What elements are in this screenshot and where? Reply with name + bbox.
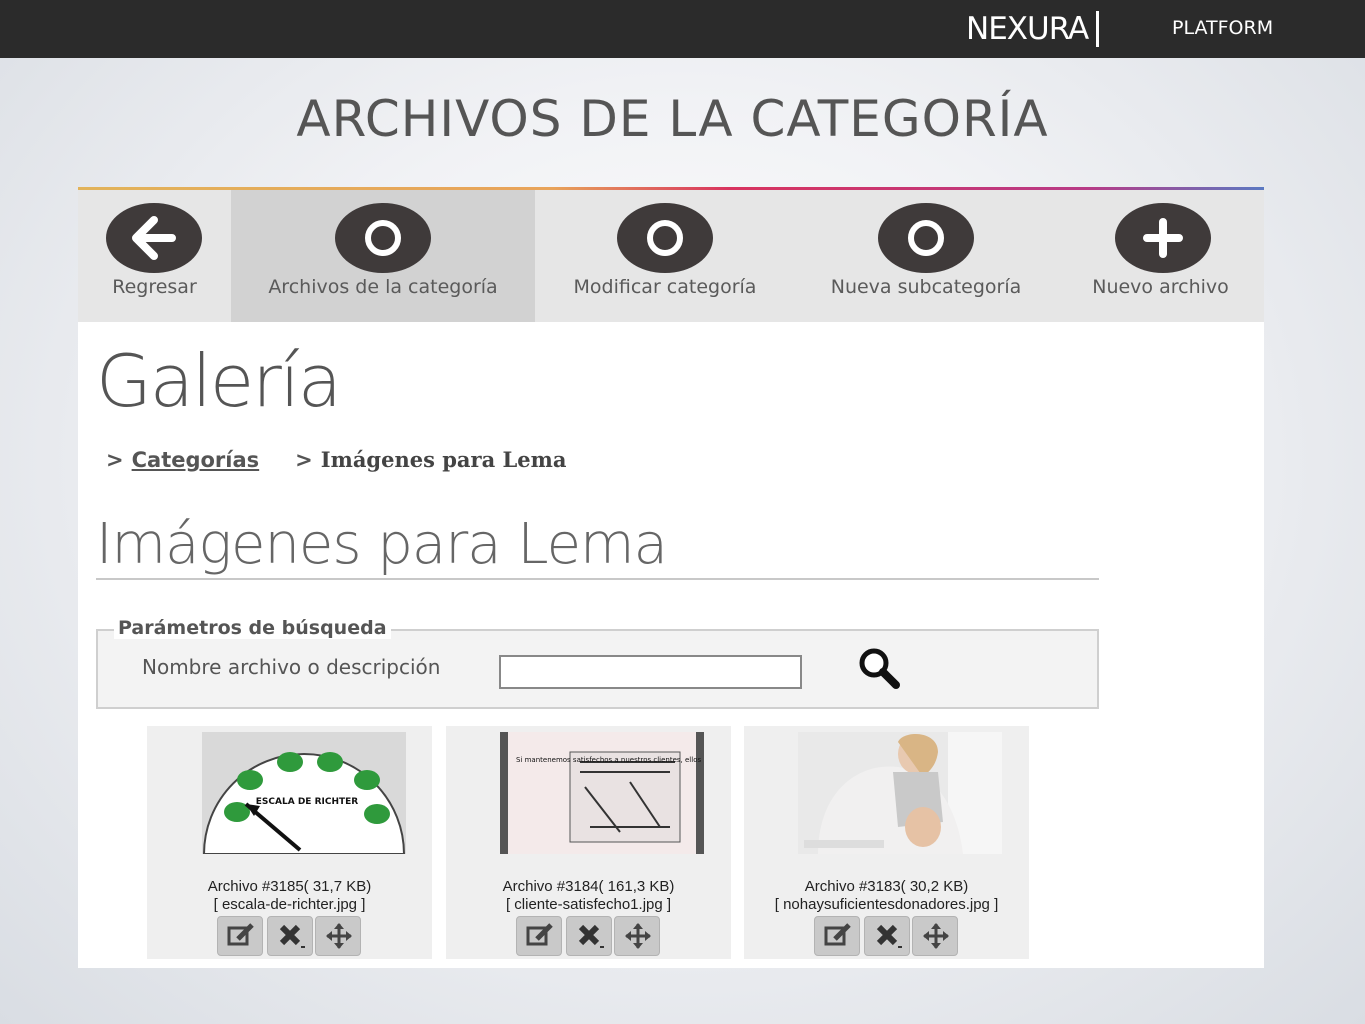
breadcrumb-current: Imágenes para Lema	[320, 447, 567, 472]
new-subcategory-label: Nueva subcategoría	[830, 276, 1022, 298]
file-caption: Archivo #3185( 31,7 KB)	[207, 878, 372, 895]
back-button[interactable]: Regresar	[78, 190, 231, 322]
file-name: [ nohaysuficientesdonadores.jpg ]	[774, 896, 999, 913]
delete-icon	[578, 924, 604, 948]
slide-title: ARCHIVOS DE LA CATEGORÍA	[296, 90, 1049, 148]
edit-button[interactable]	[217, 916, 263, 956]
search-legend: Parámetros de búsqueda	[114, 617, 391, 639]
file-name: [ cliente-satisfecho1.jpg ]	[505, 896, 672, 913]
chevron-right-icon: >	[295, 448, 313, 472]
page-title: Galería	[96, 339, 342, 423]
delete-button[interactable]	[566, 916, 612, 956]
breadcrumb-link-categorias[interactable]: Categorías	[132, 448, 260, 472]
circle-icon	[335, 203, 431, 273]
top-bar: NEXURA PLATFORM	[0, 0, 1365, 58]
modify-category-label: Modificar categoría	[573, 276, 757, 298]
edit-icon	[824, 923, 851, 946]
file-thumbnail[interactable]: ESCALA DE RICHTER	[202, 732, 406, 854]
file-meta: Archivo #3185( 31,7 KB) [ escala-de-rich…	[147, 878, 432, 914]
screenshot-panel: Regresar Archivos de la categoría Modifi…	[78, 187, 1264, 968]
file-meta: Archivo #3184( 161,3 KB) [ cliente-satis…	[446, 878, 731, 914]
file-card: Archivo #3183( 30,2 KB) [ nohaysuficient…	[744, 726, 1029, 959]
plus-icon	[1115, 203, 1211, 273]
edit-icon	[526, 923, 553, 946]
move-button[interactable]	[315, 916, 361, 956]
new-file-label: Nuevo archivo	[1092, 276, 1229, 298]
file-meta: Archivo #3183( 30,2 KB) [ nohaysuficient…	[744, 878, 1029, 914]
search-icon[interactable]	[856, 645, 904, 693]
thumb-text: Si mantenemos satisfechos a nuestros cli…	[516, 756, 704, 764]
edit-button[interactable]	[516, 916, 562, 956]
search-input[interactable]	[499, 655, 802, 689]
delete-icon	[876, 924, 902, 948]
move-icon	[923, 923, 949, 949]
new-file-button[interactable]: Nuevo archivo	[1057, 190, 1264, 322]
file-caption: Archivo #3184( 161,3 KB)	[502, 878, 675, 895]
back-label: Regresar	[112, 276, 197, 298]
brand-divider	[1096, 11, 1099, 47]
file-thumbnail[interactable]	[798, 732, 1002, 854]
file-thumbnail[interactable]: Si mantenemos satisfechos a nuestros cli…	[500, 732, 704, 854]
file-card: ESCALA DE RICHTER Archivo #3185( 31,7 KB…	[147, 726, 432, 959]
new-subcategory-button[interactable]: Nueva subcategoría	[795, 190, 1057, 322]
tab-archivos-categoria[interactable]: Archivos de la categoría	[231, 190, 535, 322]
breadcrumb: > Categorías > Imágenes para Lema	[106, 447, 566, 472]
edit-icon	[227, 923, 254, 946]
move-icon	[625, 923, 651, 949]
circle-icon	[617, 203, 713, 273]
move-button[interactable]	[912, 916, 958, 956]
toolbar: Regresar Archivos de la categoría Modifi…	[78, 190, 1264, 322]
move-button[interactable]	[614, 916, 660, 956]
file-card: Si mantenemos satisfechos a nuestros cli…	[446, 726, 731, 959]
tab-archivos-label: Archivos de la categoría	[268, 276, 498, 298]
edit-button[interactable]	[814, 916, 860, 956]
delete-button[interactable]	[864, 916, 910, 956]
file-name: [ escala-de-richter.jpg ]	[213, 896, 366, 913]
thumb-text: ESCALA DE RICHTER	[256, 797, 358, 807]
delete-button[interactable]	[267, 916, 313, 956]
category-divider	[96, 578, 1099, 580]
delete-icon	[279, 924, 305, 948]
brand-logo: NEXURA	[966, 11, 1089, 47]
file-caption: Archivo #3183( 30,2 KB)	[804, 878, 969, 895]
circle-icon	[878, 203, 974, 273]
search-label: Nombre archivo o descripción	[142, 655, 441, 679]
chevron-right-icon: >	[106, 448, 124, 472]
platform-label: PLATFORM	[1172, 17, 1274, 39]
category-title: Imágenes para Lema	[96, 512, 668, 577]
move-icon	[326, 923, 352, 949]
arrow-left-icon	[106, 203, 202, 273]
modify-category-button[interactable]: Modificar categoría	[535, 190, 795, 322]
